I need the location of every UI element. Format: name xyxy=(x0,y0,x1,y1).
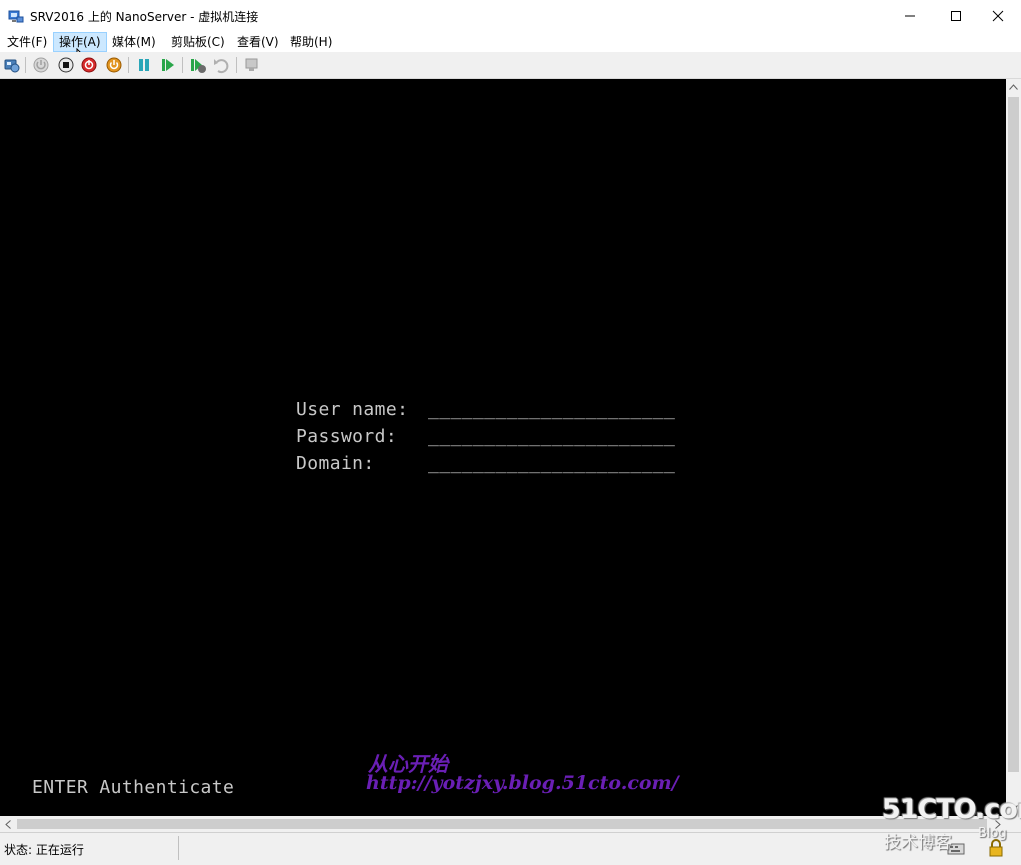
toolbar-separator xyxy=(128,57,129,73)
menu-view[interactable]: 查看(V) xyxy=(232,33,284,51)
toolbar-separator xyxy=(236,57,237,73)
domain-label: Domain: xyxy=(296,453,375,474)
vm-console-screen[interactable]: User name: ______________________ Passwo… xyxy=(0,79,1006,816)
vertical-scrollbar[interactable] xyxy=(1006,79,1021,816)
minimize-button[interactable] xyxy=(887,0,933,32)
horizontal-scroll-thumb[interactable] xyxy=(17,819,987,829)
logo-tagline: 技术博客 xyxy=(884,833,952,853)
logo-blog: Blog xyxy=(978,826,1007,841)
revert-icon[interactable] xyxy=(212,56,230,74)
save-icon[interactable] xyxy=(105,56,123,74)
scroll-up-icon[interactable] xyxy=(1009,84,1018,90)
menu-bar: 文件(F) 操作(A) 媒体(M) 剪贴板(C) 查看(V) 帮助(H) xyxy=(0,32,1021,65)
close-button[interactable] xyxy=(975,0,1021,32)
username-label: User name: xyxy=(296,399,409,420)
toolbar-separator xyxy=(182,57,183,73)
toolbar-separator xyxy=(25,57,26,73)
close-icon xyxy=(992,10,1004,22)
logo-brand: 51CTO.com xyxy=(882,794,1021,825)
domain-field[interactable]: ______________________ xyxy=(428,453,675,474)
username-field[interactable]: ______________________ xyxy=(428,399,675,420)
password-field[interactable]: ______________________ xyxy=(428,426,675,447)
turn-off-icon[interactable] xyxy=(57,56,75,74)
status-divider xyxy=(178,836,179,860)
vm-connection-icon xyxy=(8,8,24,24)
horizontal-scrollbar[interactable] xyxy=(0,816,1006,832)
toolbar xyxy=(0,52,1021,79)
menu-help[interactable]: 帮助(H) xyxy=(285,33,337,51)
reset-icon[interactable] xyxy=(189,56,207,74)
shutdown-icon[interactable] xyxy=(80,56,98,74)
password-label: Password: xyxy=(296,426,398,447)
scroll-left-icon[interactable] xyxy=(5,820,11,829)
window-title: SRV2016 上的 NanoServer - 虚拟机连接 xyxy=(30,10,259,24)
resume-icon[interactable] xyxy=(159,56,177,74)
vertical-scroll-thumb[interactable] xyxy=(1008,97,1019,772)
checkpoint-icon[interactable] xyxy=(243,56,261,74)
authenticate-hint: ENTER Authenticate xyxy=(32,777,235,798)
maximize-icon xyxy=(951,11,961,21)
pause-icon[interactable] xyxy=(135,56,153,74)
minimize-icon xyxy=(905,15,915,17)
start-icon[interactable] xyxy=(32,56,50,74)
site-logo: 51CTO.com 技术博客 Blog xyxy=(882,794,1021,856)
status-text: 状态: 正在运行 xyxy=(4,843,84,857)
menu-media[interactable]: 媒体(M) xyxy=(107,33,161,51)
ctrl-alt-del-icon[interactable] xyxy=(3,56,21,74)
watermark-url: http://yotzjxy.blog.51cto.com/ xyxy=(366,772,679,794)
maximize-button[interactable] xyxy=(933,0,979,32)
menu-clipboard[interactable]: 剪贴板(C) xyxy=(166,33,230,51)
title-bar: SRV2016 上的 NanoServer - 虚拟机连接 xyxy=(0,0,1021,32)
status-bar: 状态: 正在运行 xyxy=(0,832,1021,865)
menu-file[interactable]: 文件(F) xyxy=(2,33,52,51)
